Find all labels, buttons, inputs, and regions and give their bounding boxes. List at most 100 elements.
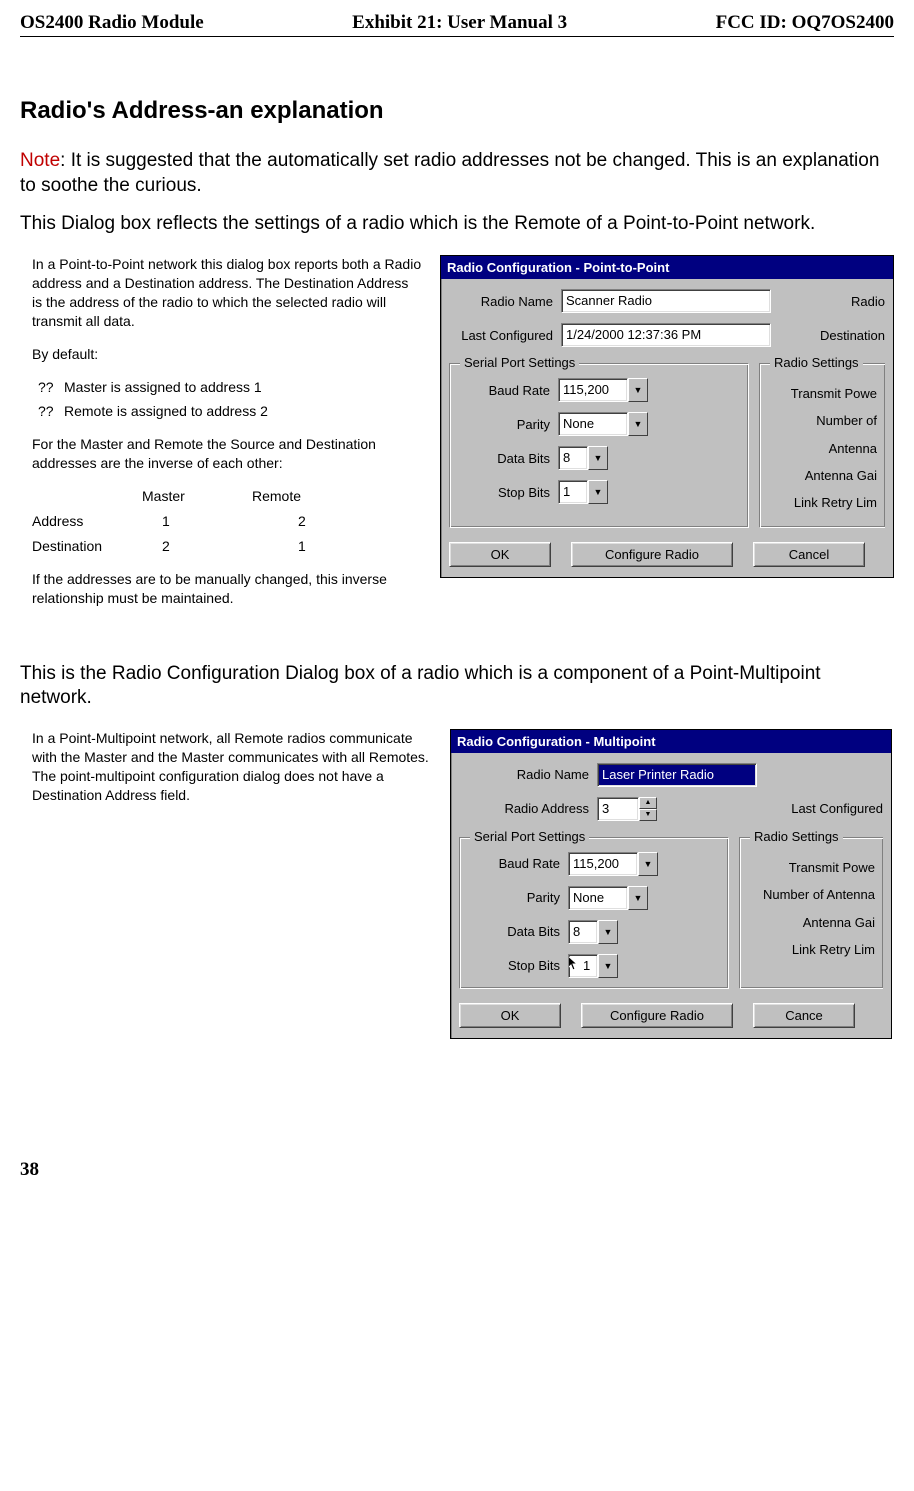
- parity-label: Parity: [460, 417, 558, 432]
- baud-combo[interactable]: 115,200 ▼: [568, 852, 658, 876]
- radio-settings-group: Radio Settings Transmit Powe Number of A…: [759, 363, 885, 527]
- chevron-down-icon[interactable]: ▼: [598, 920, 618, 944]
- baud-value: 115,200: [568, 852, 638, 876]
- radio-name-label: Radio Name: [449, 294, 561, 309]
- note-label: Note: [20, 150, 60, 171]
- destination-cut-label: Destination: [808, 328, 885, 343]
- address-table: Master Remote Address 1 2 Destination 2 …: [32, 487, 422, 556]
- configure-radio-button[interactable]: Configure Radio: [581, 1003, 733, 1028]
- note-paragraph: Note: It is suggested that the automatic…: [20, 149, 894, 198]
- antenna-gain-label: Antenna Gai: [750, 909, 875, 936]
- ok-button[interactable]: OK: [459, 1003, 561, 1028]
- link-retry-label: Link Retry Lim: [750, 936, 875, 963]
- stopbits-label: Stop Bits: [470, 958, 568, 973]
- parity-label: Parity: [470, 890, 568, 905]
- last-configured-label: Last Configured: [449, 328, 561, 343]
- databits-combo[interactable]: 8 ▼: [568, 920, 618, 944]
- radio-address-spinner[interactable]: 3 ▲ ▼: [597, 797, 657, 821]
- chevron-down-icon[interactable]: ▼: [628, 412, 648, 436]
- radio-cut-label: Radio: [811, 294, 885, 309]
- ptp-intro: This Dialog box reflects the settings of…: [20, 212, 894, 237]
- chevron-down-icon[interactable]: ▼: [628, 886, 648, 910]
- spin-up-icon[interactable]: ▲: [639, 797, 657, 809]
- th-remote: Remote: [252, 487, 332, 506]
- stopbits-combo[interactable]: 1 ▼: [558, 480, 608, 504]
- cancel-button[interactable]: Cancel: [753, 542, 865, 567]
- last-configured-label: Last Configured: [791, 801, 883, 816]
- td-2: 2: [272, 512, 378, 531]
- serial-port-group: Serial Port Settings Baud Rate 115,200 ▼…: [449, 363, 749, 527]
- num-antenna-label: Number of Antenna: [770, 407, 877, 462]
- transmit-power-label: Transmit Powe: [750, 854, 875, 881]
- bullet-prefix: ??: [38, 402, 64, 421]
- parity-value: None: [568, 886, 628, 910]
- bullet-1-text: Master is assigned to address 1: [64, 378, 262, 397]
- radio-name-input[interactable]: Laser Printer Radio: [597, 763, 757, 787]
- note-text: : It is suggested that the automatically…: [20, 150, 879, 196]
- baud-label: Baud Rate: [470, 856, 568, 871]
- antenna-gain-label: Antenna Gai: [770, 462, 877, 489]
- page-number: 38: [20, 1159, 894, 1181]
- ptp-p2: By default:: [32, 345, 422, 364]
- ptp-p4: If the addresses are to be manually chan…: [32, 570, 422, 608]
- configure-radio-button[interactable]: Configure Radio: [571, 542, 733, 567]
- last-configured-input[interactable]: 1/24/2000 12:37:36 PM: [561, 323, 771, 347]
- parity-combo[interactable]: None ▼: [568, 886, 648, 910]
- mp-intro: This is the Radio Configuration Dialog b…: [20, 662, 894, 711]
- databits-combo[interactable]: 8 ▼: [558, 446, 608, 470]
- chevron-down-icon[interactable]: ▼: [638, 852, 658, 876]
- databits-label: Data Bits: [470, 924, 568, 939]
- header-center: Exhibit 21: User Manual 3: [352, 12, 567, 34]
- th-blank: [32, 487, 142, 506]
- baud-value: 115,200: [558, 378, 628, 402]
- ptp-p1: In a Point-to-Point network this dialog …: [32, 255, 422, 331]
- link-retry-label: Link Retry Lim: [770, 489, 877, 516]
- radio-name-label: Radio Name: [459, 767, 597, 782]
- parity-value: None: [558, 412, 628, 436]
- stopbits-label: Stop Bits: [460, 485, 558, 500]
- baud-label: Baud Rate: [460, 383, 558, 398]
- radio-settings-legend: Radio Settings: [770, 355, 863, 370]
- spin-down-icon[interactable]: ▼: [639, 809, 657, 821]
- bullet-2-text: Remote is assigned to address 2: [64, 402, 268, 421]
- radio-name-input[interactable]: Scanner Radio: [561, 289, 771, 313]
- ptp-explanation: In a Point-to-Point network this dialog …: [20, 255, 422, 621]
- ptp-titlebar[interactable]: Radio Configuration - Point-to-Point: [441, 256, 893, 279]
- bullet-2: ?? Remote is assigned to address 2: [38, 402, 422, 421]
- radio-settings-group: Radio Settings Transmit Powe Number of A…: [739, 837, 883, 989]
- mp-explanation: In a Point-Multipoint network, all Remot…: [20, 729, 432, 819]
- num-antenna-label: Number of Antenna: [750, 881, 875, 908]
- header-right: FCC ID: OQ7OS2400: [716, 12, 894, 34]
- chevron-down-icon[interactable]: ▼: [628, 378, 648, 402]
- td-1: 1: [142, 512, 272, 531]
- databits-label: Data Bits: [460, 451, 558, 466]
- chevron-down-icon[interactable]: ▼: [598, 954, 618, 978]
- transmit-power-label: Transmit Powe: [770, 380, 877, 407]
- td-1b: 1: [272, 537, 378, 556]
- parity-combo[interactable]: None ▼: [558, 412, 648, 436]
- page-header: OS2400 Radio Module Exhibit 21: User Man…: [20, 12, 894, 37]
- mp-titlebar[interactable]: Radio Configuration - Multipoint: [451, 730, 891, 753]
- th-master: Master: [142, 487, 252, 506]
- radio-address-value: 3: [597, 797, 639, 821]
- header-left: OS2400 Radio Module: [20, 12, 204, 34]
- chevron-down-icon[interactable]: ▼: [588, 446, 608, 470]
- serial-port-legend: Serial Port Settings: [470, 829, 589, 844]
- ptp-p3: For the Master and Remote the Source and…: [32, 435, 422, 473]
- td-2b: 2: [142, 537, 272, 556]
- stopbits-value: 1: [568, 954, 598, 978]
- chevron-down-icon[interactable]: ▼: [588, 480, 608, 504]
- databits-value: 8: [568, 920, 598, 944]
- radio-settings-legend: Radio Settings: [750, 829, 843, 844]
- cancel-button[interactable]: Cance: [753, 1003, 855, 1028]
- ptp-dialog: Radio Configuration - Point-to-Point Rad…: [440, 255, 894, 577]
- td-destination: Destination: [32, 537, 142, 556]
- mp-dialog: Radio Configuration - Multipoint Radio N…: [450, 729, 892, 1039]
- td-address: Address: [32, 512, 142, 531]
- stopbits-value: 1: [558, 480, 588, 504]
- bullet-1: ?? Master is assigned to address 1: [38, 378, 422, 397]
- baud-combo[interactable]: 115,200 ▼: [558, 378, 648, 402]
- stopbits-combo[interactable]: 1 ▼: [568, 954, 618, 978]
- ok-button[interactable]: OK: [449, 542, 551, 567]
- bullet-prefix: ??: [38, 378, 64, 397]
